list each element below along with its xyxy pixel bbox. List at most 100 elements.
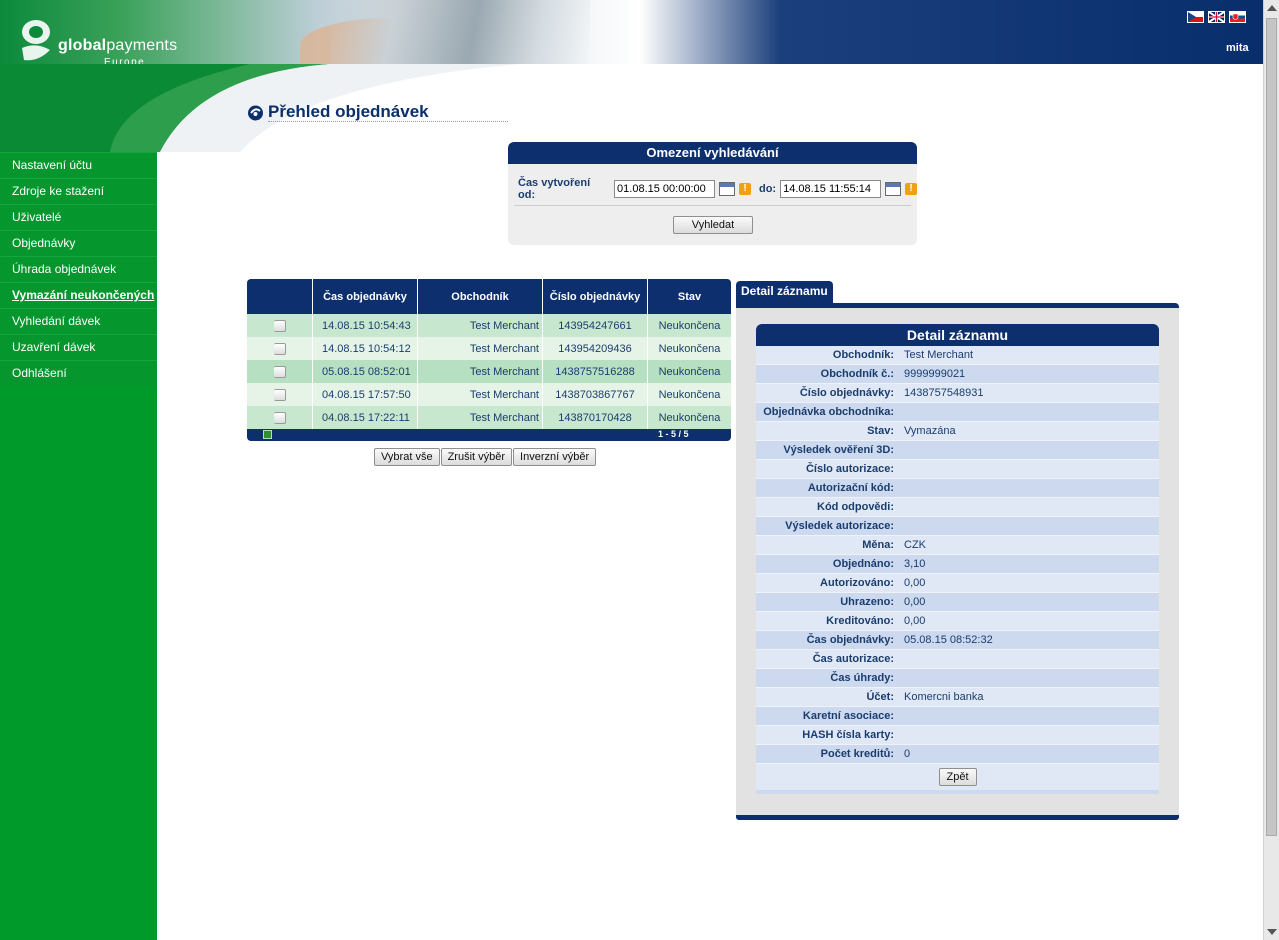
detail-label: Kreditováno: (826, 615, 894, 627)
detail-row: Objednávka obchodníka: (756, 403, 1159, 422)
detail-label: Počet kreditů: (820, 748, 894, 760)
detail-label: Výsledek autorizace: (785, 520, 894, 532)
to-warning-icon: ! (905, 183, 917, 195)
detail-record: Detail záznamu Obchodník: Test Merchant O… (756, 324, 1159, 794)
detail-label: Stav: (867, 425, 894, 437)
detail-row: Číslo objednávky: 1438757548931 (756, 384, 1159, 403)
sidebar-item-batch-search[interactable]: Vyhledání dávek (0, 308, 157, 334)
to-calendar-icon[interactable] (885, 182, 902, 196)
detail-value: 0,00 (904, 596, 926, 608)
row-checkbox[interactable] (273, 365, 286, 378)
detail-label: Číslo autorizace: (805, 463, 894, 475)
detail-row: Čas objednávky: 05.08.15 08:52:32 (756, 631, 1159, 650)
sidebar-item-order-payment[interactable]: Úhrada objednávek (0, 256, 157, 282)
detail-value: 0,00 (904, 615, 926, 627)
table-row[interactable]: 14.08.15 10:54:43 Test Merchant 14395424… (247, 314, 731, 337)
search-row: Čas vytvoření od: ! do: ! (518, 177, 917, 201)
sidebar-item-users[interactable]: Uživatelé (0, 204, 157, 230)
detail-row: Výsledek autorizace: (756, 517, 1159, 536)
detail-row: Autorizační kód: (756, 479, 1159, 498)
title-divider (268, 121, 508, 122)
row-checkbox[interactable] (273, 388, 286, 401)
detail-label: Autorizováno: (820, 577, 894, 589)
select-all-button[interactable]: Vybrat vše (374, 448, 440, 466)
col-status-header[interactable]: Stav (647, 279, 731, 314)
detail-label: Výsledek ověření 3D: (783, 444, 894, 456)
header-banner: globalpayments Europe mita (0, 0, 1263, 68)
detail-label: Čas úhrady: (830, 672, 894, 684)
detail-value: 05.08.15 08:52:32 (904, 634, 993, 646)
col-number-header[interactable]: Číslo objednávky (542, 279, 647, 314)
detail-label: Měna: (862, 539, 894, 551)
page-scrollbar[interactable] (1263, 0, 1279, 940)
scroll-down-icon[interactable] (1267, 929, 1277, 935)
sidebar-item-delete-unfinished[interactable]: Vymazání neukončených (0, 282, 157, 308)
detail-row: Autorizováno: 0,00 (756, 574, 1159, 593)
sidebar-item-account-settings[interactable]: Nastavení účtu (0, 152, 157, 178)
detail-label: Čas objednávky: (806, 634, 894, 646)
page-title-text: Přehled objednávek (268, 102, 429, 121)
row-number: 143870386776​7 (542, 383, 647, 406)
detail-row: Číslo autorizace: (756, 460, 1159, 479)
invert-selection-button[interactable]: Inverzní výběr (513, 448, 597, 466)
table-row[interactable]: 14.08.15 10:54:12 Test Merchant 14395420… (247, 337, 731, 360)
col-time-header[interactable]: Čas objednávky (312, 279, 417, 314)
row-status: Neukončena (647, 406, 731, 429)
logged-user: mita (1226, 42, 1249, 54)
detail-value: Vymazána (904, 425, 956, 437)
from-calendar-icon[interactable] (719, 182, 735, 196)
table-row[interactable]: 05.08.15 08:52:01 Test Merchant 14387575… (247, 360, 731, 383)
detail-footer-strip (756, 790, 1159, 794)
scroll-thumb[interactable] (1266, 18, 1277, 836)
row-number: 1438757516288 (542, 360, 647, 383)
excel-export-icon[interactable] (263, 430, 272, 439)
sidebar-item-downloads[interactable]: Zdroje ke stažení (0, 178, 157, 204)
detail-row: Výsledek ověření 3D: (756, 441, 1159, 460)
detail-fields: Obchodník: Test Merchant Obchodník č.: 999… (756, 346, 1159, 764)
from-date-input[interactable] (614, 180, 716, 198)
title-logo-icon (248, 105, 263, 120)
row-status: Neukončena (647, 360, 731, 383)
back-button[interactable]: Zpět (938, 768, 977, 786)
sk-flag-icon[interactable] (1229, 11, 1246, 23)
detail-value: Komercni banka (904, 691, 984, 703)
row-status: Neukončena (647, 383, 731, 406)
clear-selection-button[interactable]: Zrušit výběr (440, 448, 513, 466)
sidebar-item-batch-close[interactable]: Uzavření dávek (0, 334, 157, 360)
row-time: 04.08.15 17:22:11 (312, 406, 417, 429)
to-date-input[interactable] (780, 180, 882, 198)
to-label: do: (758, 183, 777, 195)
detail-value: 0,00 (904, 577, 926, 589)
row-checkbox[interactable] (273, 342, 286, 355)
row-checkbox[interactable] (273, 319, 286, 332)
detail-label: HASH čísla karty: (802, 729, 894, 741)
table-row[interactable]: 04.08.15 17:22:11 Test Merchant 14387017… (247, 406, 731, 429)
orders-table-footer: 1 - 5 / 5 (247, 429, 731, 441)
detail-row: Obchodník: Test Merchant (756, 346, 1159, 365)
detail-row: Čas úhrady: (756, 669, 1159, 688)
tab-detail[interactable]: Detail záznamu (736, 281, 833, 304)
sidebar-item-logout[interactable]: Odhlášení (0, 360, 157, 386)
row-time: 04.08.15 17:57:50 (312, 383, 417, 406)
detail-row: Účet: Komercni banka (756, 688, 1159, 707)
detail-label: Číslo objednávky: (799, 387, 894, 399)
banner-card-image (330, 0, 590, 64)
detail-label: Čas autorizace: (812, 653, 894, 665)
detail-label: Obchodník č.: (820, 368, 894, 380)
col-merchant-header[interactable]: Obchodník (417, 279, 542, 314)
from-warning-icon: ! (739, 183, 751, 195)
row-merchant: Test Merchant (417, 314, 542, 337)
detail-label: Autorizační kód: (807, 482, 894, 494)
uk-flag-icon[interactable] (1208, 11, 1225, 23)
row-checkbox[interactable] (273, 411, 286, 424)
scroll-up-icon[interactable] (1267, 5, 1277, 11)
sidebar-item-orders[interactable]: Objednávky (0, 230, 157, 256)
detail-row: Počet kreditů: 0 (756, 745, 1159, 764)
table-row[interactable]: 04.08.15 17:57:50 Test Merchant 14387038… (247, 383, 731, 406)
detail-row: Objednáno: 3,10 (756, 555, 1159, 574)
cz-flag-icon[interactable] (1187, 11, 1204, 23)
search-panel-title: Omezení vyhledávání (508, 142, 917, 164)
search-button[interactable]: Vyhledat (673, 216, 753, 234)
row-number: 143870170428 (542, 406, 647, 429)
detail-label: Karetní asociace: (802, 710, 894, 722)
